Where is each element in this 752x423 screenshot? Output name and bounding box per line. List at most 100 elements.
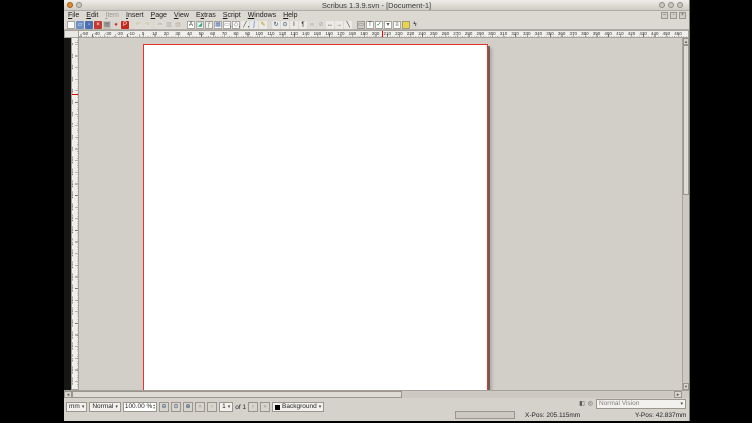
- chevron-down-icon: ▾: [230, 23, 231, 29]
- eye-dropper-icon: ╲: [346, 22, 350, 28]
- insert-freehand-line-icon: ✎: [260, 22, 265, 28]
- insert-shape-button[interactable]: ▭▾: [223, 21, 231, 29]
- edit-contents-button[interactable]: I: [290, 21, 298, 29]
- ruler-tick-label: 210: [381, 31, 393, 36]
- menu-item[interactable]: Item: [105, 11, 119, 21]
- titlebar: Scribus 1.3.9.svn - [Document-1]: [64, 0, 689, 11]
- ruler-tick-label: 350: [544, 31, 556, 36]
- pdf-combo-box-icon: ▾: [386, 22, 389, 28]
- unlink-text-frames-button[interactable]: ⊘: [317, 21, 325, 29]
- preflight-verifier-button[interactable]: ●: [112, 21, 120, 29]
- vision-select[interactable]: Normal Vision▾: [596, 399, 686, 409]
- insert-line-button[interactable]: ╱▾: [241, 21, 249, 29]
- redo-icon: ↷: [144, 22, 149, 28]
- ruler-tick-label: 170: [71, 236, 74, 248]
- menu-view[interactable]: View: [174, 11, 189, 21]
- measurements-button[interactable]: ↔: [326, 21, 334, 29]
- ruler-tick-label: 220: [393, 31, 405, 36]
- color-management-icon[interactable]: ◧: [579, 400, 585, 408]
- pdf-combo-box-button[interactable]: ▾: [384, 21, 392, 29]
- ruler-tick-label: 150: [311, 31, 323, 36]
- menu-help[interactable]: Help: [283, 11, 297, 21]
- ruler-tick-label: 240: [416, 31, 428, 36]
- pdf-link-annotation-button[interactable]: ϟ: [411, 21, 419, 29]
- mdi-restore-button[interactable]: ▫: [670, 12, 677, 19]
- toolbar: ▱▫×▤●P↶↷✂▥▤A◪ƒ▦▭▾◇▾╱▾ʃ✎↻⊙I¶∞⊘↔→╲▭T✓▾≡ϟ: [64, 21, 689, 30]
- pdf-check-box-button[interactable]: ✓: [375, 21, 383, 29]
- insert-text-frame-icon: A: [189, 22, 193, 28]
- edit-text-story-editor-button[interactable]: ¶: [299, 21, 307, 29]
- maximize-button[interactable]: [668, 2, 674, 8]
- copy-button[interactable]: ▥: [165, 21, 173, 29]
- close-document-button[interactable]: ×: [94, 21, 102, 29]
- paste-button[interactable]: ▤: [174, 21, 182, 29]
- cut-button[interactable]: ✂: [156, 21, 164, 29]
- ruler-tick-label: 140: [71, 201, 74, 213]
- copy-item-properties-button[interactable]: →: [335, 21, 343, 29]
- insert-render-frame-button[interactable]: ƒ: [205, 21, 213, 29]
- ruler-tick-label: 30: [172, 31, 184, 36]
- close-document-icon: ×: [96, 22, 100, 28]
- menu-script[interactable]: Script: [223, 11, 241, 21]
- pdf-push-button-button[interactable]: ▭: [357, 21, 365, 29]
- ypos-value: 42.837mm: [656, 412, 687, 419]
- insert-text-frame-button[interactable]: A: [187, 21, 195, 29]
- menu-windows[interactable]: Windows: [248, 11, 276, 21]
- vertical-scrollbar[interactable]: ▲ ▼: [682, 38, 689, 390]
- redo-button[interactable]: ↷: [143, 21, 151, 29]
- print-document-button[interactable]: ▤: [103, 21, 111, 29]
- mdi-close-button[interactable]: ×: [679, 12, 686, 19]
- insert-shape-icon: ▭: [224, 22, 230, 28]
- menu-file[interactable]: File: [68, 11, 79, 21]
- mdi-minimize-button[interactable]: –: [661, 12, 668, 19]
- ruler-tick-label: -40: [90, 31, 102, 36]
- menu-insert[interactable]: Insert: [126, 11, 144, 21]
- zoom-tool-button[interactable]: ⊙: [281, 21, 289, 29]
- ruler-tick-label: 10: [149, 31, 161, 36]
- ruler-row: -50-40-30-20-100102030405060708090100110…: [64, 30, 689, 38]
- canvas[interactable]: [79, 38, 682, 390]
- insert-table-button[interactable]: ▦: [214, 21, 222, 29]
- insert-freehand-line-button[interactable]: ✎: [259, 21, 267, 29]
- edit-text-story-editor-icon: ¶: [301, 22, 304, 28]
- save-as-pdf-button[interactable]: P: [121, 21, 129, 29]
- preview-mode-icon[interactable]: ◎: [588, 400, 593, 408]
- scroll-down-button[interactable]: ▼: [683, 383, 689, 390]
- scroll-right-button[interactable]: ▸: [674, 391, 682, 398]
- insert-image-frame-button[interactable]: ◪: [196, 21, 204, 29]
- horizontal-ruler[interactable]: -50-40-30-20-100102030405060708090100110…: [79, 30, 689, 38]
- menu-extras[interactable]: Extras: [196, 11, 216, 21]
- close-button[interactable]: [677, 2, 683, 8]
- scroll-up-button[interactable]: ▲: [683, 38, 689, 45]
- insert-bezier-curve-button[interactable]: ʃ: [250, 21, 258, 29]
- new-document-button[interactable]: [67, 21, 75, 29]
- link-text-frames-button[interactable]: ∞: [308, 21, 316, 29]
- rotate-item-button[interactable]: ↻: [272, 21, 280, 29]
- insert-polygon-button[interactable]: ◇▾: [232, 21, 240, 29]
- open-document-button[interactable]: ▱: [76, 21, 84, 29]
- ruler-tick-label: -20: [114, 31, 126, 36]
- minimize-button[interactable]: [659, 2, 665, 8]
- vertical-ruler[interactable]: 0102030405060708090100110120130140150160…: [71, 38, 79, 390]
- menubar: File Edit Item Insert Page View Extras Script Wi…: [64, 11, 689, 21]
- eye-dropper-button[interactable]: ╲: [344, 21, 352, 29]
- ruler-tick-label: 0: [71, 38, 74, 50]
- insert-polygon-icon: ◇: [234, 22, 239, 28]
- horizontal-scrollbar[interactable]: ◂ ▸: [64, 390, 689, 398]
- ruler-tick-label: 130: [288, 31, 300, 36]
- menu-page[interactable]: Page: [151, 11, 167, 21]
- vertical-scroll-thumb[interactable]: [683, 45, 689, 195]
- document-page[interactable]: [143, 44, 488, 390]
- undo-button[interactable]: ↶: [134, 21, 142, 29]
- pdf-text-field-button[interactable]: T: [366, 21, 374, 29]
- ruler-tick-label: 380: [579, 31, 591, 36]
- ruler-origin-corner[interactable]: [64, 30, 79, 38]
- horizontal-scroll-thumb[interactable]: [72, 391, 402, 398]
- unlink-text-frames-icon: ⊘: [318, 22, 323, 28]
- pdf-list-box-button[interactable]: ≡: [393, 21, 401, 29]
- menu-edit[interactable]: Edit: [86, 11, 98, 21]
- save-document-button[interactable]: ▫: [85, 21, 93, 29]
- pdf-text-annotation-button[interactable]: [402, 21, 410, 29]
- scribus-window: Scribus 1.3.9.svn - [Document-1] File Edi…: [64, 0, 690, 421]
- scroll-left-button[interactable]: ◂: [64, 391, 72, 398]
